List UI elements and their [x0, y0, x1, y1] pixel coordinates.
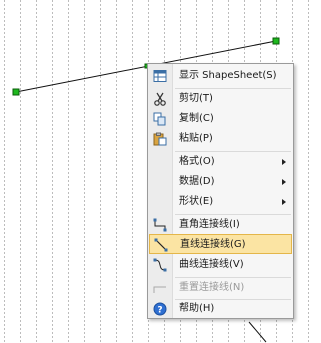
menu-item-label: 剪切(T)	[179, 93, 213, 104]
menu-item-label: 格式(O)	[179, 156, 215, 167]
submenu-arrow-icon	[282, 159, 286, 165]
menu-item-label: 显示 ShapeSheet(S)	[179, 70, 277, 81]
svg-text:?: ?	[157, 306, 162, 316]
scissors-icon	[154, 92, 166, 106]
menu-item-label: 复制(C)	[179, 113, 214, 124]
menu-item-help[interactable]: ? 帮助(H)	[149, 299, 292, 319]
menu-item-shape[interactable]: 形状(E)	[149, 192, 292, 212]
menu-item-copy[interactable]: 复制(C)	[149, 109, 292, 129]
menu-item-data[interactable]: 数据(D)	[149, 172, 292, 192]
menu-item-reset-connector: 重置连接线(N)	[149, 278, 292, 298]
help-icon: ?	[153, 302, 167, 316]
menu-item-label: 粘贴(P)	[179, 133, 213, 144]
menu-item-label: 重置连接线(N)	[179, 282, 245, 293]
copy-icon	[153, 112, 166, 126]
menu-item-label: 数据(D)	[179, 176, 215, 187]
straight-connector-icon	[154, 238, 168, 252]
menu-item-cut[interactable]: 剪切(T)	[149, 89, 292, 109]
submenu-arrow-icon	[282, 199, 286, 205]
menu-item-label: 直角连接线(I)	[179, 219, 240, 230]
lower-connector-line[interactable]	[248, 321, 267, 343]
menu-item-paste[interactable]: 粘贴(P)	[149, 129, 292, 149]
start-handle[interactable]	[12, 88, 20, 96]
reset-connector-icon	[153, 286, 166, 293]
end-handle[interactable]	[272, 37, 280, 45]
menu-item-curved-connector[interactable]: 曲线连接线(V)	[149, 255, 292, 275]
menu-item-label: 直线连接线(G)	[180, 239, 246, 250]
submenu-arrow-icon	[282, 179, 286, 185]
menu-item-right-angle-connector[interactable]: 直角连接线(I)	[149, 215, 292, 235]
menu-item-label: 帮助(H)	[179, 303, 215, 314]
menu-item-straight-connector[interactable]: 直线连接线(G)	[149, 234, 292, 254]
menu-item-label: 形状(E)	[179, 196, 214, 207]
menu-item-show-shapesheet[interactable]: 显示 ShapeSheet(S)	[149, 66, 292, 86]
shapesheet-icon	[153, 70, 167, 82]
context-menu: 显示 ShapeSheet(S) 剪切(T) 复制(C) 粘贴(P) 格式(O)	[147, 63, 294, 319]
menu-item-format[interactable]: 格式(O)	[149, 152, 292, 172]
curved-connector-icon	[153, 258, 167, 272]
paste-icon	[153, 132, 167, 146]
menu-item-label: 曲线连接线(V)	[179, 259, 244, 270]
right-angle-connector-icon	[153, 218, 167, 232]
